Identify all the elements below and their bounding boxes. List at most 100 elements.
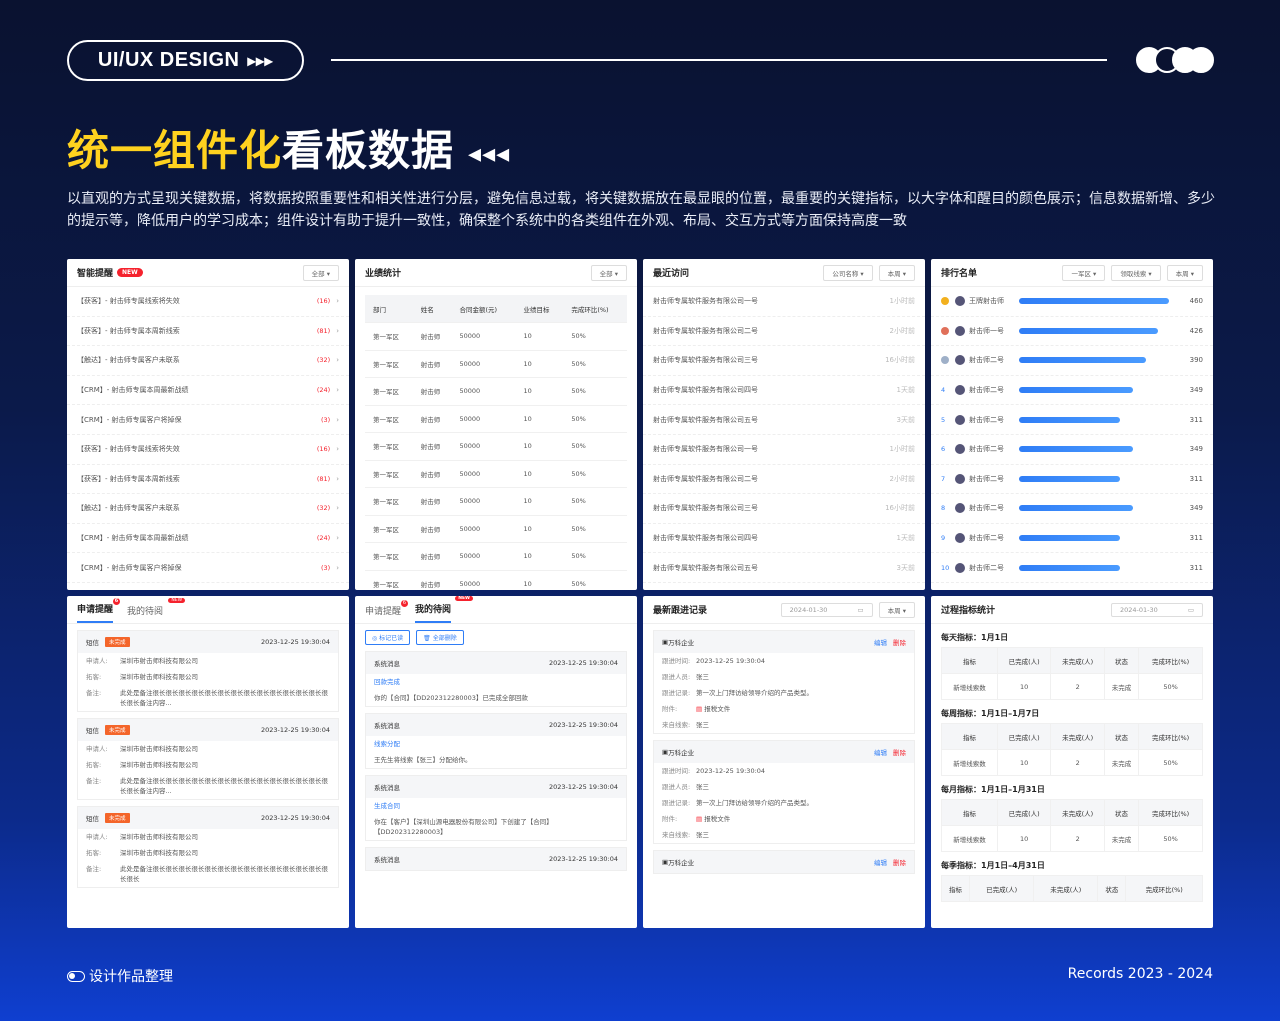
edit-link: 编辑 <box>874 639 887 647</box>
region-dropdown[interactable]: 一军区 ▾ <box>1062 264 1106 281</box>
list-item[interactable]: 射击师专属软件服务有限公司二号 2小时前 <box>643 465 925 495</box>
delete-link: 删除 <box>893 639 906 647</box>
avatar <box>955 296 965 307</box>
tab-todo[interactable]: 我的待阅 NEW <box>415 596 474 623</box>
list-item[interactable]: 射击师专属软件服务有限公司四号 1天前 <box>643 376 925 406</box>
tab-apply[interactable]: 申请提醒 6 <box>77 598 121 623</box>
apply-item[interactable]: 短信 未完成 2023-12-25 19:30:04 申请人: 深圳市射击师科技有限公… <box>77 718 339 800</box>
table-row: 新增线索数 10 2 未完成 50% <box>941 749 1203 776</box>
rank-item[interactable]: 6 射击师二号 349 <box>931 435 1213 465</box>
message-item[interactable]: 系统消息 2023-12-25 19:30:04 <box>365 847 627 871</box>
week-dropdown[interactable]: 本周 ▾ <box>1166 264 1203 281</box>
list-item[interactable]: 射击师专属软件服务有限公司五号 3天前 <box>643 553 925 583</box>
apply-reminder-card: 申请提醒 6 我的待阅 NEW 短信 未完成 2023-12-25 19:30:04 申请… <box>67 596 349 928</box>
section-label: 每天指标：1月1日 <box>941 633 1009 642</box>
list-item[interactable]: 【获客】- 射击师专属本周新线索 (81) › <box>67 465 349 495</box>
rank-item[interactable]: 王牌射击师 460 <box>931 287 1213 317</box>
mark-read-button[interactable]: ◎ 标记已读 <box>365 630 411 645</box>
table-header: 业绩目标 <box>515 295 564 323</box>
message-item[interactable]: 系统消息 2023-12-25 19:30:04 线索分配 王先生将线索【张三】分配… <box>365 713 627 769</box>
table-row: 第一军区 射击师 50000 10 50% <box>365 322 627 351</box>
apply-item[interactable]: 短信 未完成 2023-12-25 19:30:04 申请人: 深圳市射击师科技有限公… <box>77 806 339 888</box>
delete-link: 删除 <box>893 749 906 757</box>
table-row: 第一军区 射击师 50000 10 50% <box>365 460 627 488</box>
list-item[interactable]: 【CRM】- 射击师专属本周最新战绩 (24) › <box>67 376 349 406</box>
chevron-right-icon: › <box>336 563 339 572</box>
calendar-icon: ▭ <box>1187 605 1194 614</box>
avatar <box>955 473 965 484</box>
card-title: 排行名单 <box>941 269 978 279</box>
rank-item[interactable]: 4 射击师二号 349 <box>931 376 1213 406</box>
indicator-table: 指标 已完成(人) 未完成(人) 状态 完成环比(%) 新增线索数 10 2 未完成 50% <box>941 647 1203 700</box>
list-item[interactable]: 射击师专属软件服务有限公司三号 16小时前 <box>643 494 925 524</box>
list-item[interactable]: 【触达】- 射击师专属客户未联系 (32) › <box>67 494 349 524</box>
table-row: 第一军区 射击师 50000 10 50% <box>365 405 627 433</box>
rank-item[interactable]: 5 射击师二号 311 <box>931 405 1213 435</box>
chevron-right-icon: › <box>336 356 339 365</box>
list-item[interactable]: 【获客】- 射击师专属本周新线索 (81) › <box>67 317 349 347</box>
avatar <box>955 385 965 396</box>
rank-item[interactable]: 7 射击师二号 311 <box>931 465 1213 495</box>
smart-reminder-card: 智能提醒 NEW 全部 ▾ 【获客】- 射击师专属线索将失效 (16) › 【获客】- 射… <box>67 259 349 590</box>
table-row: 第一军区 射击师 50000 10 50% <box>365 350 627 378</box>
list-item[interactable]: 【CRM】- 射击师专属本周最新战绩 (24) › <box>67 524 349 554</box>
rank-item[interactable]: 射击师二号 390 <box>931 346 1213 376</box>
avatar <box>955 503 965 514</box>
follow-item[interactable]: ▣ 万科企业 编辑 删除 <box>653 850 915 874</box>
date-picker[interactable]: 2024-01-30 ▭ <box>1111 602 1203 617</box>
calendar-icon: ▭ <box>857 605 864 614</box>
filter-dropdown[interactable]: 全部 ▾ <box>302 264 339 281</box>
list-item[interactable]: 【获客】- 射击师专属线索将失效 (16) › <box>67 287 349 317</box>
rank-item[interactable]: 射击师一号 426 <box>931 317 1213 347</box>
list-item[interactable]: 【CRM】- 射击师专属客户将掉保 (3) › <box>67 553 349 583</box>
tab-todo[interactable]: 我的待阅 NEW <box>127 598 186 623</box>
performance-card: 业绩统计 全部 ▾ 部门 姓名 合同金额(元) 业绩目标 完成环比(%) 第一军区 射击师 50… <box>355 259 637 590</box>
company-dropdown[interactable]: 公司名称 ▾ <box>823 264 873 281</box>
section-label: 每季指标：1月1日–4月31日 <box>941 861 1045 870</box>
filter-dropdown[interactable]: 全部 ▾ <box>590 264 627 281</box>
table-row: 第一军区 射击师 50000 10 50% <box>365 432 627 461</box>
list-item[interactable]: 射击师专属软件服务有限公司二号 2小时前 <box>643 317 925 347</box>
rank-item[interactable]: 8 射击师二号 349 <box>931 494 1213 524</box>
tab-apply[interactable]: 申请提醒 6 <box>365 600 409 623</box>
list-item[interactable]: 【触达】- 射击师专属客户未联系 (32) › <box>67 346 349 376</box>
toggle-icon <box>67 970 85 982</box>
follow-item[interactable]: ▣ 万科企业 编辑 删除 跟进时间: 2023-12-25 19:30:04 跟进人员:… <box>653 630 915 734</box>
table-row: 新增线索数 10 2 未完成 50% <box>941 673 1203 700</box>
week-dropdown[interactable]: 本周 ▾ <box>878 264 915 281</box>
pill-text: UI/UX DESIGN <box>97 49 240 71</box>
list-item[interactable]: 射击师专属软件服务有限公司三号 16小时前 <box>643 346 925 376</box>
list-item[interactable]: 【CRM】- 射击师专属客户将掉保 (3) › <box>67 405 349 435</box>
delete-all-button[interactable]: 🗑 全部删除 <box>416 630 464 645</box>
rank-item[interactable]: 9 射击师二号 311 <box>931 524 1213 554</box>
week-dropdown[interactable]: 本周 ▾ <box>878 601 915 618</box>
chevron-right-icon: › <box>336 534 339 543</box>
avatar <box>955 562 965 573</box>
design-pill: UI/UX DESIGN ▸▸▸ <box>67 40 304 81</box>
chevron-right-icon: › <box>336 297 339 306</box>
chevron-right-icon: › <box>336 474 339 483</box>
list-item[interactable]: 射击师专属软件服务有限公司一号 1小时前 <box>643 435 925 465</box>
list-item[interactable]: 射击师专属软件服务有限公司一号 1小时前 <box>643 287 925 317</box>
table-row: 新增线索数 10 2 未完成 50% <box>941 825 1203 852</box>
footer-left: 设计作品整理 <box>67 966 173 986</box>
avatar <box>955 533 965 544</box>
date-picker[interactable]: 2024-01-30 ▭ <box>780 602 873 617</box>
chevron-right-icon: › <box>336 504 339 513</box>
ranking-card: 排行名单 一军区 ▾ 领取线索 ▾ 本周 ▾ 王牌射击师 460 射击师一号 426 射击师二… <box>931 259 1213 590</box>
list-item[interactable]: 【获客】- 射击师专属线索将失效 (16) › <box>67 435 349 465</box>
apply-item[interactable]: 短信 未完成 2023-12-25 19:30:04 申请人: 深圳市射击师科技有限公… <box>77 630 339 712</box>
avatar <box>955 355 965 366</box>
table-header: 完成环比(%) <box>563 295 627 323</box>
message-item[interactable]: 系统消息 2023-12-25 19:30:04 生成合同 你在【客户】【深圳山源电… <box>365 775 627 841</box>
list-item[interactable]: 射击师专属软件服务有限公司五号 3天前 <box>643 405 925 435</box>
message-item[interactable]: 系统消息 2023-12-25 19:30:04 回款完成 你的【合同】【DD202… <box>365 651 627 707</box>
card-title: 业绩统计 <box>365 269 402 279</box>
rank-item[interactable]: 10 射击师二号 311 <box>931 553 1213 583</box>
type-dropdown[interactable]: 领取线索 ▾ <box>1111 264 1161 281</box>
list-item[interactable]: 射击师专属软件服务有限公司四号 1天前 <box>643 524 925 554</box>
indicator-table: 指标 已完成(人) 未完成(人) 状态 完成环比(%) 新增线索数 10 2 未完成 50% <box>941 799 1203 852</box>
follow-item[interactable]: ▣ 万科企业 编辑 删除 跟进时间: 2023-12-25 19:30:04 跟进人员:… <box>653 740 915 844</box>
table-row: 第一军区 射击师 50000 10 50% <box>365 570 627 590</box>
section-label: 每周指标：1月1日–1月7日 <box>941 709 1040 718</box>
